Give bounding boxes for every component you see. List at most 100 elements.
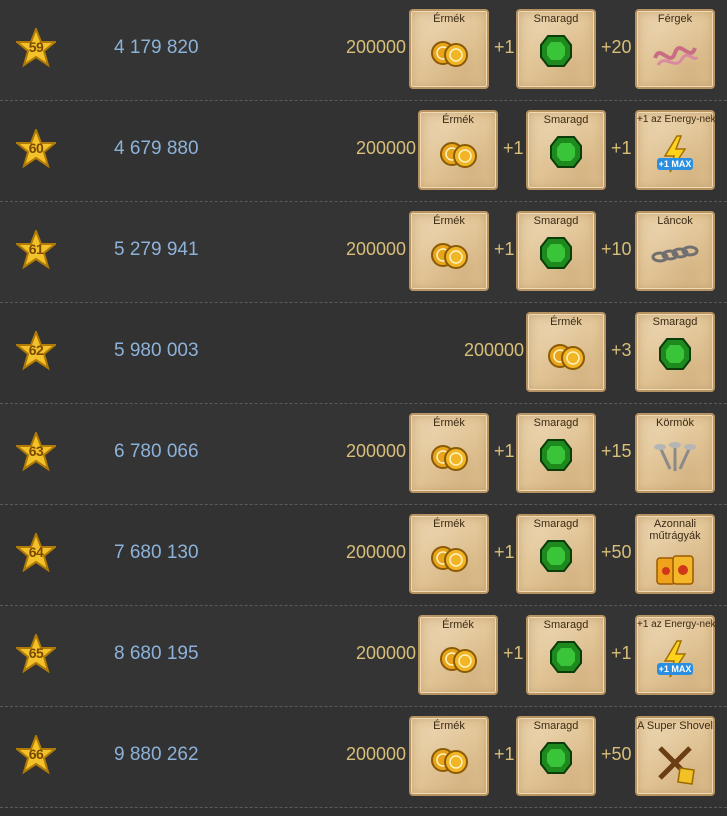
level-star-icon: 59 — [16, 28, 56, 68]
level-row: 60 4 679 880 200000 Érmék +1 Smaragd +1 … — [0, 101, 727, 202]
reward-card-emerald[interactable]: Smaragd — [526, 615, 606, 695]
reward-card-energy[interactable]: +1 az Energy-nek +1 MAX — [635, 110, 716, 190]
reward-quantity: +1 — [611, 643, 632, 663]
coins-icon — [431, 445, 468, 471]
reward-label: A Super Shovel — [637, 720, 713, 732]
level-number: 59 — [28, 39, 44, 55]
reward-quantity: +1 — [494, 441, 515, 461]
reward-label: Érmék — [433, 720, 465, 732]
reward-card-emerald[interactable]: Smaragd — [516, 9, 596, 89]
reward-card-emerald[interactable]: Smaragd — [635, 312, 715, 392]
reward-quantity: +50 — [601, 744, 632, 764]
reward-card-coins[interactable]: Érmék — [409, 211, 489, 291]
reward-card-coins[interactable]: Érmék — [409, 716, 489, 796]
xp-required: 4 679 880 — [114, 138, 199, 159]
coins-amount: 200000 — [464, 340, 525, 360]
level-row: 62 5 980 003 200000 Érmék +3 Smaragd — [0, 303, 727, 404]
level-number: 61 — [28, 241, 44, 257]
reward-card-worms[interactable]: Férgek — [635, 9, 715, 89]
level-number: 65 — [28, 645, 44, 661]
reward-quantity: +1 — [494, 744, 515, 764]
super-shovel-icon — [658, 746, 695, 785]
emerald-icon — [550, 136, 582, 168]
reward-quantity: +50 — [601, 542, 632, 562]
reward-card-fertilizer[interactable]: Azonnali műtrágyák — [635, 514, 715, 594]
xp-required: 9 880 262 — [114, 744, 199, 765]
coins-icon — [431, 243, 468, 269]
reward-label: Smaragd — [533, 13, 579, 25]
reward-quantity: +1 — [494, 542, 515, 562]
reward-card-emerald[interactable]: Smaragd — [516, 514, 596, 594]
level-star-icon: 62 — [16, 331, 56, 371]
reward-card-coins[interactable]: Érmék — [526, 312, 606, 392]
energy-max-badge: +1 MAX — [658, 159, 692, 169]
xp-required: 5 980 003 — [114, 340, 199, 361]
emerald-icon — [540, 439, 572, 471]
reward-card-coins[interactable]: Érmék — [409, 413, 489, 493]
level-rewards-table: 59 4 179 820 200000 Érmék +1 Smaragd +20… — [0, 0, 727, 816]
reward-card-super-shovel[interactable]: A Super Shovel — [635, 716, 715, 796]
coins-amount: 200000 — [346, 744, 407, 764]
reward-card-energy[interactable]: +1 az Energy-nek +1 MAX — [635, 615, 716, 695]
level-row: 61 5 279 941 200000 Érmék +1 Smaragd +10… — [0, 202, 727, 303]
emerald-icon — [540, 742, 572, 774]
reward-quantity: +1 — [503, 643, 524, 663]
reward-quantity: +1 — [611, 138, 632, 158]
reward-label: Smaragd — [533, 518, 579, 530]
fertilizer-icon — [656, 555, 694, 585]
reward-card-coins[interactable]: Érmék — [418, 110, 498, 190]
reward-card-coins[interactable]: Érmék — [409, 514, 489, 594]
reward-quantity: +1 — [494, 239, 515, 259]
reward-card-chains[interactable]: Láncok — [635, 211, 715, 291]
reward-label: Smaragd — [533, 215, 579, 227]
coins-amount: 200000 — [356, 643, 417, 663]
reward-quantity: +15 — [601, 441, 632, 461]
energy-max-badge: +1 MAX — [658, 664, 692, 674]
reward-label: Smaragd — [543, 619, 589, 631]
coins-icon — [440, 142, 477, 168]
level-row: 66 9 880 262 200000 Érmék +1 Smaragd +50… — [0, 707, 727, 808]
level-number: 63 — [28, 443, 44, 459]
nails-icon — [654, 442, 696, 471]
reward-card-emerald[interactable]: Smaragd — [516, 716, 596, 796]
xp-required: 8 680 195 — [114, 643, 199, 664]
reward-card-emerald[interactable]: Smaragd — [526, 110, 606, 190]
coins-icon — [440, 647, 477, 673]
level-number: 60 — [28, 140, 44, 156]
reward-card-emerald[interactable]: Smaragd — [516, 211, 596, 291]
emerald-icon — [540, 35, 572, 67]
reward-quantity: +1 — [503, 138, 524, 158]
xp-required: 4 179 820 — [114, 37, 199, 58]
level-row: 65 8 680 195 200000 Érmék +1 Smaragd +1 … — [0, 606, 727, 707]
reward-label: Smaragd — [533, 720, 579, 732]
reward-label: Érmék — [442, 114, 474, 126]
reward-card-coins[interactable]: Érmék — [409, 9, 489, 89]
level-star-icon: 61 — [16, 230, 56, 270]
level-star-icon: 66 — [16, 735, 56, 775]
emerald-icon — [540, 237, 572, 269]
reward-label: Érmék — [433, 13, 465, 25]
worms-icon — [653, 46, 699, 66]
reward-label: Érmék — [442, 619, 474, 631]
reward-card-coins[interactable]: Érmék — [418, 615, 498, 695]
xp-required: 6 780 066 — [114, 441, 199, 462]
reward-label: Érmék — [433, 417, 465, 429]
xp-required: 5 279 941 — [114, 239, 199, 260]
level-number: 62 — [28, 342, 44, 358]
xp-required: 7 680 130 — [114, 542, 199, 563]
level-row: 63 6 780 066 200000 Érmék +1 Smaragd +15… — [0, 404, 727, 505]
chains-icon — [651, 245, 699, 263]
level-row: 59 4 179 820 200000 Érmék +1 Smaragd +20… — [0, 0, 727, 101]
level-star-icon: 60 — [16, 129, 56, 169]
reward-card-nails[interactable]: Körmök — [635, 413, 715, 493]
coins-amount: 200000 — [346, 37, 407, 57]
coins-icon — [431, 748, 468, 774]
coins-amount: 200000 — [346, 239, 407, 259]
reward-quantity: +10 — [601, 239, 632, 259]
reward-quantity: +3 — [611, 340, 632, 360]
level-row: 64 7 680 130 200000 Érmék +1 Smaragd +50… — [0, 505, 727, 606]
emerald-icon — [550, 641, 582, 673]
reward-card-emerald[interactable]: Smaragd — [516, 413, 596, 493]
coins-amount: 200000 — [346, 542, 407, 562]
reward-label: Smaragd — [533, 417, 579, 429]
